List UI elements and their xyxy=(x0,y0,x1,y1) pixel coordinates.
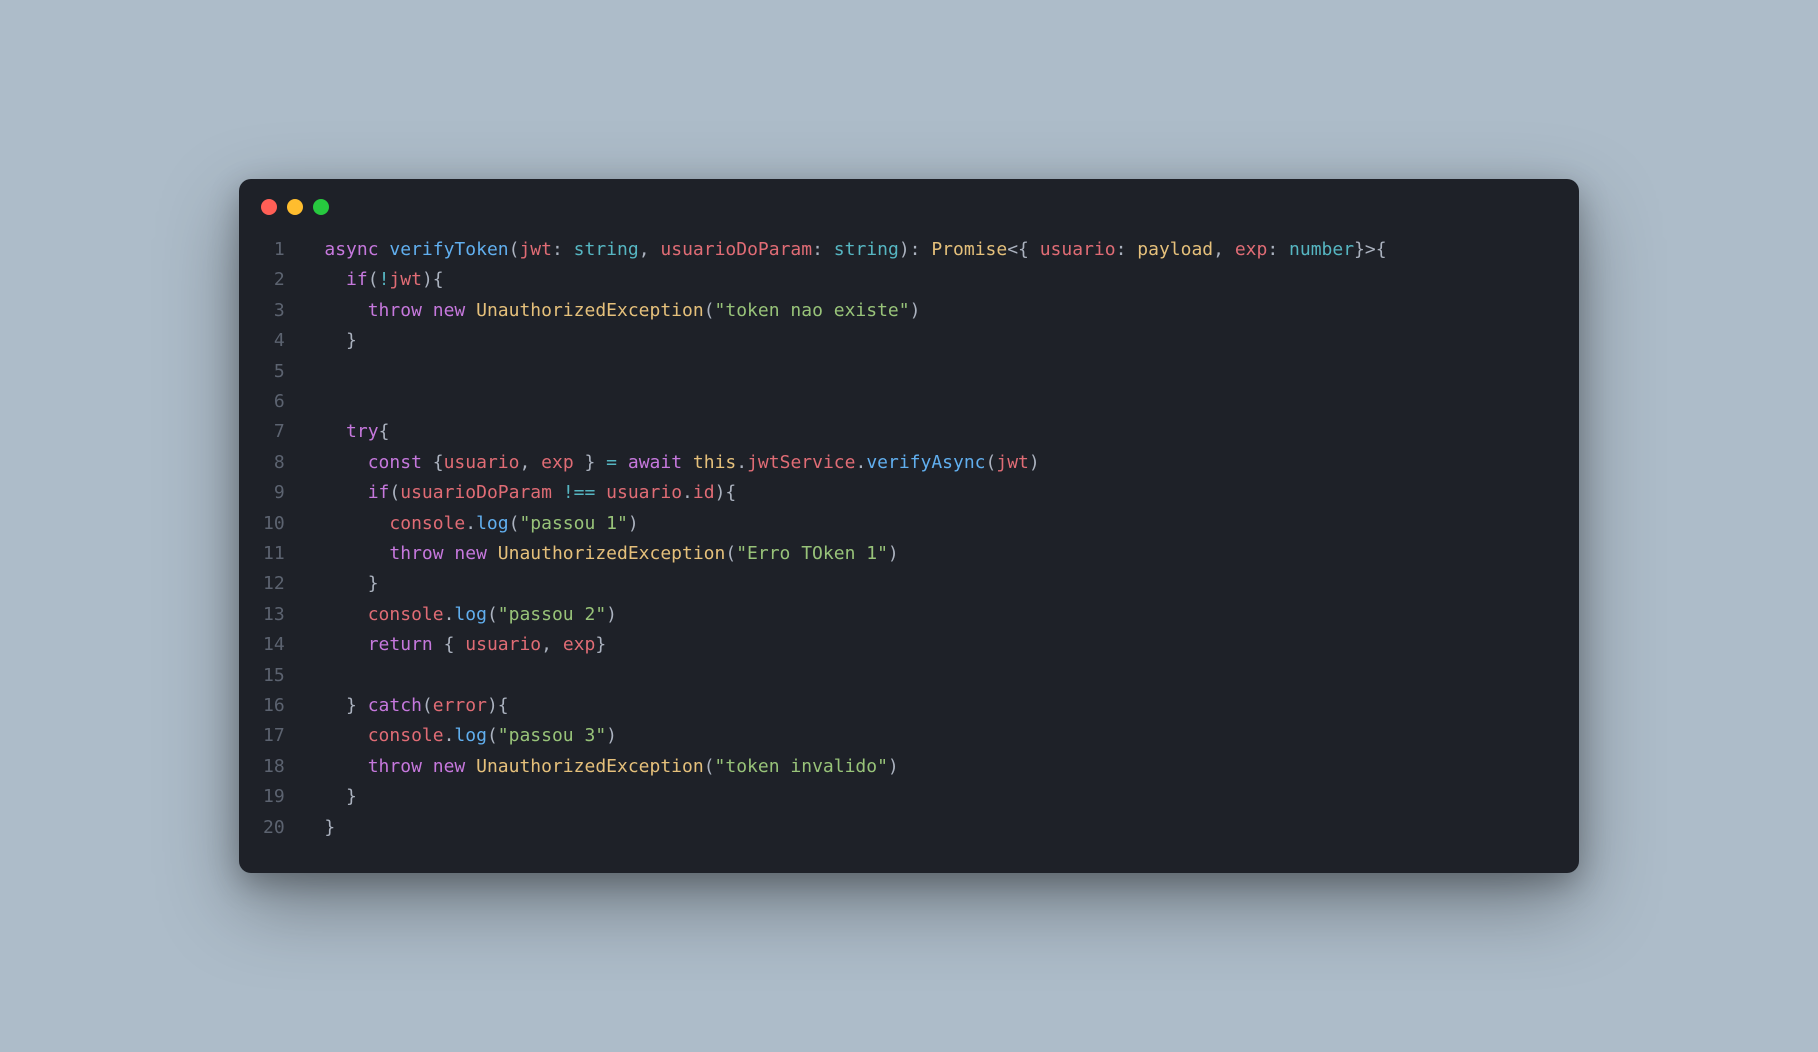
line-number: 12 xyxy=(263,569,285,599)
line-number: 19 xyxy=(263,782,285,812)
line-number: 9 xyxy=(263,478,285,508)
editor-window: 1234567891011121314151617181920 async ve… xyxy=(239,179,1579,873)
line-number: 16 xyxy=(263,691,285,721)
code-line[interactable]: console.log("passou 2") xyxy=(303,600,1549,630)
code-line[interactable]: return { usuario, exp} xyxy=(303,630,1549,660)
code-area[interactable]: 1234567891011121314151617181920 async ve… xyxy=(239,223,1579,873)
code-line[interactable] xyxy=(303,357,1549,387)
code-line[interactable]: throw new UnauthorizedException("Erro TO… xyxy=(303,539,1549,569)
code-line[interactable]: try{ xyxy=(303,417,1549,447)
close-dot-icon[interactable] xyxy=(261,199,277,215)
line-number-gutter: 1234567891011121314151617181920 xyxy=(239,235,303,843)
line-number: 5 xyxy=(263,357,285,387)
code-line[interactable]: if(usuarioDoParam !== usuario.id){ xyxy=(303,478,1549,508)
code-line[interactable] xyxy=(303,661,1549,691)
code-line[interactable]: } xyxy=(303,782,1549,812)
code-line[interactable]: } catch(error){ xyxy=(303,691,1549,721)
code-line[interactable] xyxy=(303,387,1549,417)
code-line[interactable]: } xyxy=(303,326,1549,356)
code-line[interactable]: const {usuario, exp } = await this.jwtSe… xyxy=(303,448,1549,478)
line-number: 14 xyxy=(263,630,285,660)
titlebar xyxy=(239,179,1579,223)
line-number: 17 xyxy=(263,721,285,751)
line-number: 4 xyxy=(263,326,285,356)
line-number: 15 xyxy=(263,661,285,691)
line-number: 3 xyxy=(263,296,285,326)
code-line[interactable]: console.log("passou 1") xyxy=(303,509,1549,539)
line-number: 10 xyxy=(263,509,285,539)
code-line[interactable]: throw new UnauthorizedException("token n… xyxy=(303,296,1549,326)
code-content[interactable]: async verifyToken(jwt: string, usuarioDo… xyxy=(303,235,1579,843)
code-line[interactable]: } xyxy=(303,813,1549,843)
line-number: 1 xyxy=(263,235,285,265)
line-number: 13 xyxy=(263,600,285,630)
line-number: 7 xyxy=(263,417,285,447)
minimize-dot-icon[interactable] xyxy=(287,199,303,215)
code-line[interactable]: console.log("passou 3") xyxy=(303,721,1549,751)
line-number: 2 xyxy=(263,265,285,295)
code-line[interactable]: } xyxy=(303,569,1549,599)
line-number: 11 xyxy=(263,539,285,569)
code-line[interactable]: if(!jwt){ xyxy=(303,265,1549,295)
line-number: 20 xyxy=(263,813,285,843)
code-line[interactable]: async verifyToken(jwt: string, usuarioDo… xyxy=(303,235,1549,265)
zoom-dot-icon[interactable] xyxy=(313,199,329,215)
code-line[interactable]: throw new UnauthorizedException("token i… xyxy=(303,752,1549,782)
line-number: 18 xyxy=(263,752,285,782)
line-number: 6 xyxy=(263,387,285,417)
line-number: 8 xyxy=(263,448,285,478)
